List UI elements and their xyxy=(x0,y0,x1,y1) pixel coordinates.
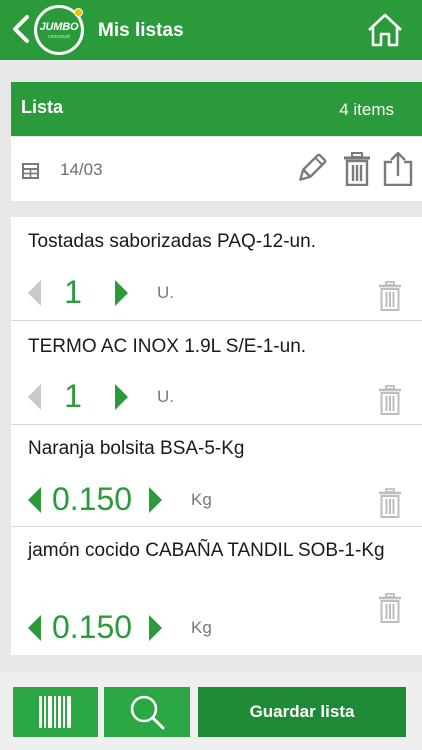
item-name: jamón cocido CABAÑA TANDIL SOB-1-Kg xyxy=(28,540,385,561)
list-header: Lista 4 items xyxy=(11,82,422,136)
bottom-bar: Guardar lista xyxy=(0,672,422,750)
top-bar: JUMBO cencosud Mis listas xyxy=(0,0,422,60)
list-actions-bar: 14/03 xyxy=(11,137,422,201)
item-unit: Kg xyxy=(191,618,212,637)
item-name: TERMO AC INOX 1.9L S/E-1-un. xyxy=(28,336,307,357)
home-icon[interactable] xyxy=(366,12,404,48)
search-icon xyxy=(130,695,165,730)
page-title: Mis listas xyxy=(98,20,184,41)
item-quantity: 1 xyxy=(64,378,82,414)
item-unit: U. xyxy=(157,283,174,302)
back-chevron-icon[interactable] xyxy=(10,14,32,44)
trash-icon[interactable] xyxy=(377,281,403,311)
list-item: jamón cocido CABAÑA TANDIL SOB-1-Kg 0.15… xyxy=(11,527,422,655)
item-quantity: 1 xyxy=(64,274,82,310)
logo-text: JUMBO xyxy=(39,20,79,33)
delete-list-trash-icon[interactable] xyxy=(341,152,373,186)
increase-arrow-icon[interactable] xyxy=(149,487,162,513)
list-item: Naranja bolsita BSA-5-Kg 0.150 Kg xyxy=(11,425,422,527)
trash-icon[interactable] xyxy=(377,488,403,518)
save-list-button[interactable]: Guardar lista xyxy=(198,687,406,737)
calendar-icon xyxy=(22,163,39,179)
item-name: Tostadas saborizadas PAQ-12-un. xyxy=(28,231,316,252)
item-count: 4 items xyxy=(339,100,394,119)
increase-arrow-icon[interactable] xyxy=(115,384,128,410)
list-label: Lista xyxy=(21,97,64,117)
decrease-arrow-icon[interactable] xyxy=(28,487,41,513)
decrease-arrow-icon[interactable] xyxy=(28,615,41,641)
decrease-arrow-icon[interactable] xyxy=(28,280,41,306)
share-export-icon[interactable] xyxy=(382,152,414,186)
item-quantity: 0.150 xyxy=(51,481,133,517)
item-name: Naranja bolsita BSA-5-Kg xyxy=(28,438,245,459)
edit-pencil-icon[interactable] xyxy=(295,152,327,186)
list-items: Tostadas saborizadas PAQ-12-un. 1 U. TER… xyxy=(11,217,422,655)
item-unit: Kg xyxy=(191,490,212,509)
trash-icon[interactable] xyxy=(377,593,403,623)
item-unit: U. xyxy=(157,387,174,406)
list-date: 14/03 xyxy=(60,160,103,179)
list-item: TERMO AC INOX 1.9L S/E-1-un. 1 U. xyxy=(11,321,422,425)
item-quantity: 0.150 xyxy=(51,609,133,645)
jumbo-logo: JUMBO cencosud xyxy=(34,5,84,55)
list-item: Tostadas saborizadas PAQ-12-un. 1 U. xyxy=(11,217,422,321)
search-button[interactable] xyxy=(104,687,190,737)
increase-arrow-icon[interactable] xyxy=(115,280,128,306)
decrease-arrow-icon[interactable] xyxy=(28,384,41,410)
increase-arrow-icon[interactable] xyxy=(149,615,162,641)
barcode-scan-button[interactable] xyxy=(13,687,98,737)
trash-icon[interactable] xyxy=(377,385,403,415)
logo-subtext: cencosud xyxy=(48,33,70,40)
barcode-icon xyxy=(39,696,71,728)
